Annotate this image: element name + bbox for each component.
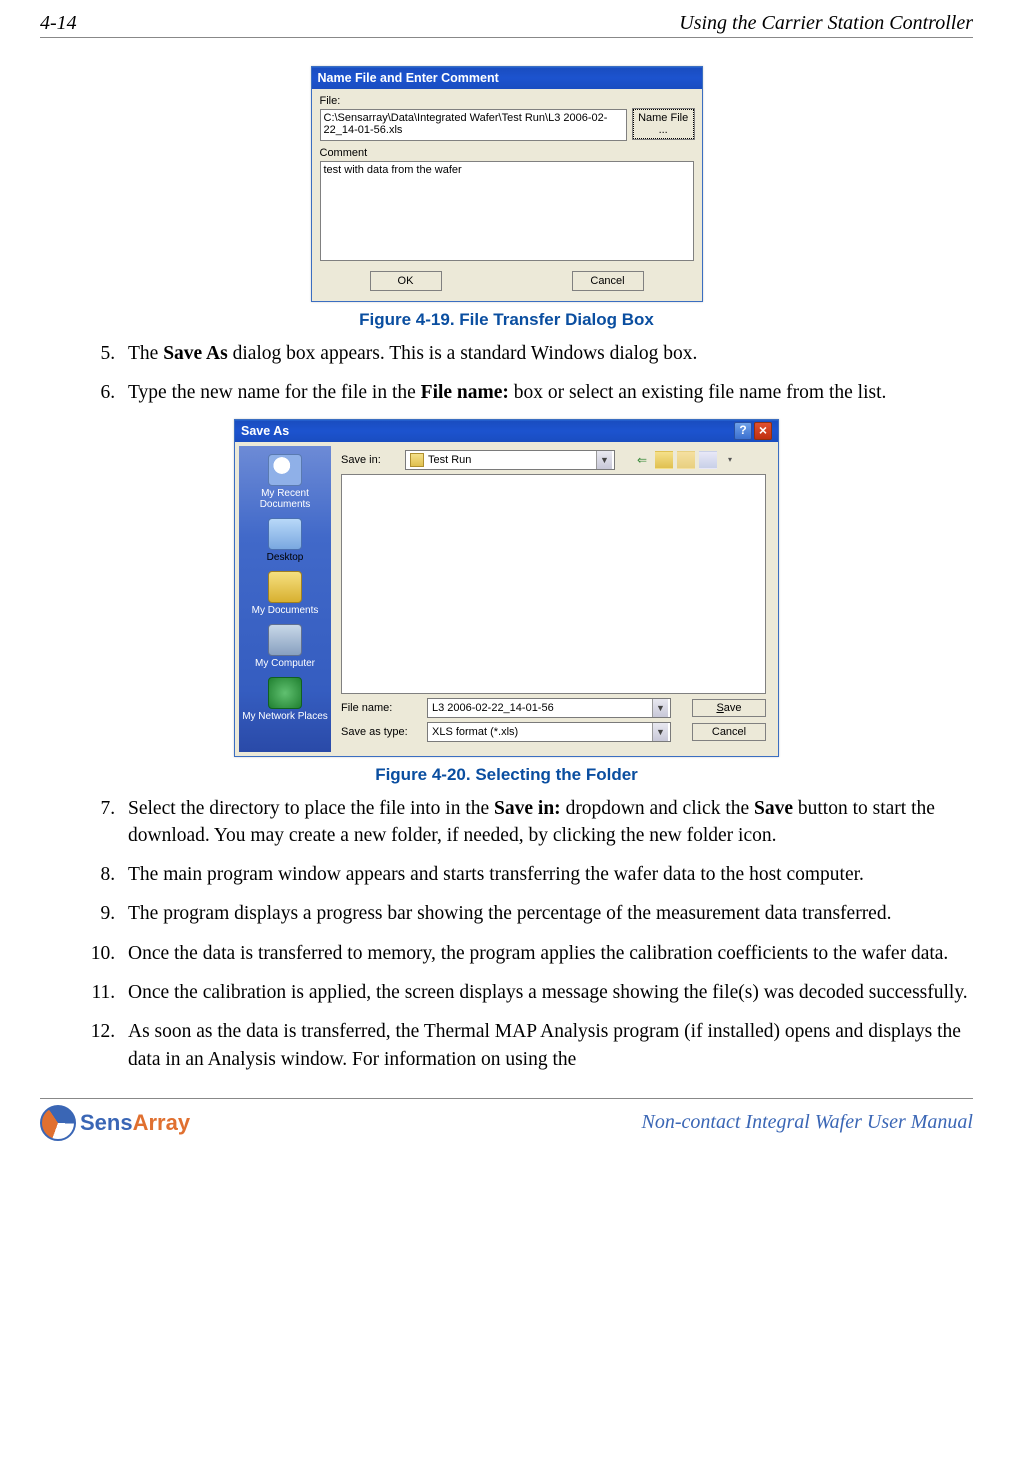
page-header: 4-14 Using the Carrier Station Controlle…	[40, 12, 973, 38]
sensarray-logo: SensArray	[40, 1105, 190, 1141]
savein-value: Test Run	[428, 454, 471, 466]
view-dropdown-icon[interactable]: ▾	[721, 451, 739, 469]
file-path-input[interactable]: C:\Sensarray\Data\Integrated Wafer\Test …	[320, 109, 627, 141]
chevron-down-icon[interactable]: ▼	[596, 451, 612, 469]
sidebar-mynet[interactable]: My Network Places	[241, 675, 329, 724]
step-7: Select the directory to place the file i…	[120, 795, 973, 850]
comment-label: Comment	[320, 147, 694, 159]
sidebar-mydocs[interactable]: My Documents	[241, 569, 329, 618]
places-sidebar: My Recent Documents Desktop My Documents…	[239, 446, 331, 752]
file-list-area[interactable]	[341, 474, 766, 694]
step-8: The main program window appears and star…	[120, 861, 973, 888]
sidebar-desktop[interactable]: Desktop	[241, 516, 329, 565]
saveastype-value: XLS format (*.xls)	[432, 726, 518, 738]
saveastype-label: Save as type:	[341, 726, 419, 738]
folder-icon	[410, 453, 424, 467]
mycomp-icon	[268, 624, 302, 656]
back-icon[interactable]: ⇐	[633, 451, 651, 469]
manual-title: Non-contact Integral Wafer User Manual	[642, 1111, 973, 1134]
sidebar-mydocs-label: My Documents	[252, 605, 319, 616]
filename-dd-icon[interactable]: ▼	[652, 699, 668, 717]
comment-input[interactable]: test with data from the wafer	[320, 161, 694, 261]
logo-swoop-icon	[40, 1105, 76, 1141]
recent-docs-icon	[268, 454, 302, 486]
figure-19-caption: Figure 4-19. File Transfer Dialog Box	[40, 310, 973, 330]
step-10: Once the data is transferred to memory, …	[120, 940, 973, 967]
saveas-title: Save As	[241, 424, 289, 438]
saveas-body: My Recent Documents Desktop My Documents…	[235, 442, 778, 756]
save-as-dialog: Save As ? × My Recent Documents Desktop …	[234, 419, 779, 757]
help-icon[interactable]: ?	[734, 422, 752, 440]
sidebar-recent[interactable]: My Recent Documents	[241, 452, 329, 512]
body-text-lower: Select the directory to place the file i…	[40, 795, 973, 1073]
savein-label: Save in:	[341, 454, 397, 466]
sidebar-mynet-label: My Network Places	[242, 711, 328, 722]
sidebar-desktop-label: Desktop	[267, 552, 304, 563]
logo-array: Array	[133, 1110, 190, 1135]
page: 4-14 Using the Carrier Station Controlle…	[0, 0, 1013, 1161]
view-menu-icon[interactable]	[699, 451, 717, 469]
sidebar-recent-label: My Recent Documents	[260, 488, 311, 510]
step-11: Once the calibration is applied, the scr…	[120, 979, 973, 1006]
up-folder-icon[interactable]	[655, 451, 673, 469]
filename-label: File name:	[341, 702, 419, 714]
dialog-title: Name File and Enter Comment	[318, 71, 499, 85]
page-footer: SensArray Non-contact Integral Wafer Use…	[40, 1098, 973, 1141]
saveas-titlebar[interactable]: Save As ? ×	[235, 420, 778, 442]
saveas-cancel-button[interactable]: Cancel	[692, 723, 766, 741]
dialog-titlebar[interactable]: Name File and Enter Comment	[312, 67, 702, 89]
figure-20-caption: Figure 4-20. Selecting the Folder	[40, 765, 973, 785]
name-file-button[interactable]: Name File ...	[633, 109, 694, 139]
step-9: The program displays a progress bar show…	[120, 900, 973, 927]
saveastype-dd-icon[interactable]: ▼	[652, 723, 668, 741]
sidebar-mycomp[interactable]: My Computer	[241, 622, 329, 671]
cancel-button[interactable]: Cancel	[572, 271, 644, 291]
savein-dropdown[interactable]: Test Run ▼	[405, 450, 615, 470]
sidebar-mycomp-label: My Computer	[255, 658, 315, 669]
filename-input[interactable]: L3 2006-02-22_14-01-56 ▼	[427, 698, 671, 718]
page-number: 4-14	[40, 12, 77, 35]
save-button[interactable]: Save	[692, 699, 766, 717]
mynet-icon	[268, 677, 302, 709]
close-icon[interactable]: ×	[754, 422, 772, 440]
step-12: As soon as the data is transferred, the …	[120, 1018, 973, 1073]
step-6: Type the new name for the file in the Fi…	[120, 379, 973, 406]
name-file-dialog: Name File and Enter Comment File: C:\Sen…	[311, 66, 703, 302]
mydocs-icon	[268, 571, 302, 603]
logo-sens: Sens	[80, 1110, 133, 1135]
nav-toolbar: ⇐ ▾	[633, 451, 739, 469]
ok-button[interactable]: OK	[370, 271, 442, 291]
saveastype-dropdown[interactable]: XLS format (*.xls) ▼	[427, 722, 671, 742]
body-text-upper: The Save As dialog box appears. This is …	[40, 340, 973, 407]
filename-value: L3 2006-02-22_14-01-56	[432, 702, 554, 714]
saveas-main: Save in: Test Run ▼ ⇐ ▾	[331, 446, 774, 752]
dialog-body: File: C:\Sensarray\Data\Integrated Wafer…	[312, 89, 702, 301]
section-title: Using the Carrier Station Controller	[679, 12, 973, 35]
file-label: File:	[320, 95, 694, 107]
desktop-icon	[268, 518, 302, 550]
new-folder-icon[interactable]	[677, 451, 695, 469]
step-5: The Save As dialog box appears. This is …	[120, 340, 973, 367]
